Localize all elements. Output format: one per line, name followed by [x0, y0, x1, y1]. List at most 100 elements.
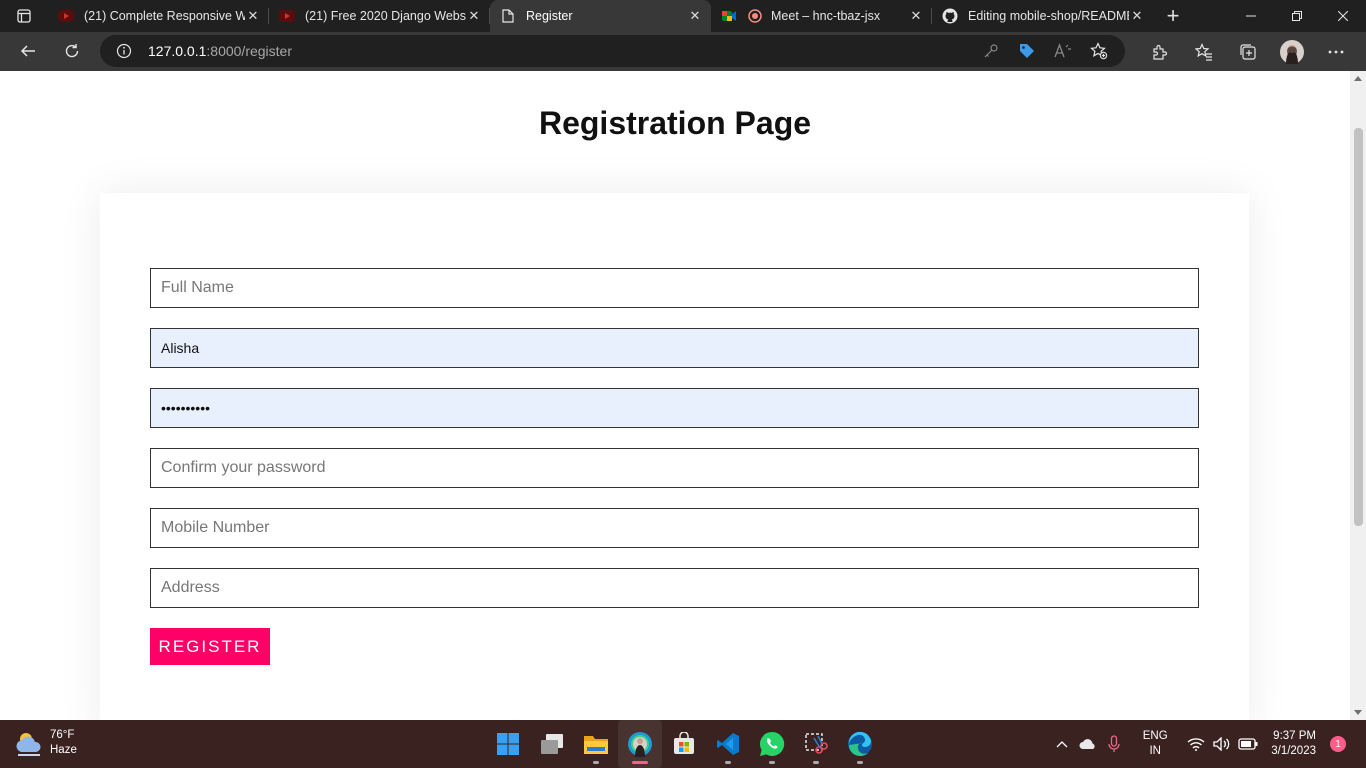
key-icon[interactable] [973, 43, 1009, 59]
clock-date: 3/1/2023 [1271, 745, 1316, 757]
restore-icon [1292, 11, 1302, 21]
confirm-password-input[interactable] [150, 448, 1199, 488]
close-window-button[interactable] [1320, 0, 1366, 32]
battery-icon[interactable] [1235, 738, 1261, 750]
url-path: :8000/register [206, 43, 292, 59]
file-explorer-icon [584, 736, 608, 754]
new-tab-button[interactable]: + [1153, 0, 1193, 32]
meet-icon [721, 8, 737, 24]
show-hidden-icons-button[interactable] [1049, 740, 1075, 748]
onedrive-icon[interactable] [1075, 738, 1101, 750]
mobile-number-input[interactable] [150, 508, 1199, 548]
read-aloud-icon[interactable] [1045, 43, 1081, 59]
close-tab-icon[interactable]: ✕ [687, 8, 703, 24]
site-info-icon[interactable] [100, 43, 148, 59]
wifi-icon[interactable] [1183, 737, 1209, 751]
refresh-button[interactable] [50, 35, 94, 67]
address-bar-actions [973, 35, 1117, 67]
tab-title: Meet – hnc-tbaz-jsx [771, 9, 881, 23]
page-title: Registration Page [538, 105, 812, 141]
collections-button[interactable] [1226, 32, 1270, 71]
minimize-button[interactable] [1228, 0, 1274, 32]
minimize-icon [1246, 15, 1256, 17]
snipping-tool-button[interactable] [794, 720, 838, 768]
windows-start-icon [497, 733, 519, 755]
running-indicator [813, 761, 819, 764]
page-icon [500, 8, 516, 24]
system-tray: ENG IN 9:37 PM 3/1/2023 1 [1049, 720, 1366, 768]
tab-strip: (21) Complete Responsive Website ✕ (21) … [0, 0, 1366, 32]
window-controls [1228, 0, 1366, 32]
back-button[interactable] [6, 35, 50, 67]
tab-meet[interactable]: Meet – hnc-tbaz-jsx ✕ [711, 0, 932, 32]
weather-widget[interactable]: 76°F Haze [14, 728, 77, 758]
scroll-down-arrow-icon[interactable] [1354, 710, 1362, 715]
clock[interactable]: 9:37 PM 3/1/2023 [1271, 729, 1316, 759]
vscode-button[interactable] [706, 720, 750, 768]
close-tab-icon[interactable]: ✕ [908, 8, 924, 24]
microphone-icon[interactable] [1101, 735, 1127, 753]
full-name-input[interactable] [150, 268, 1199, 308]
windows-taskbar: 76°F Haze ENG IN 9:37 PM 3/1/2023 1 [0, 720, 1366, 768]
running-indicator [857, 761, 863, 764]
taskbar-apps [486, 720, 882, 768]
tab-youtube-2[interactable]: (21) Free 2020 Django Website ✕ [269, 0, 490, 32]
restore-button[interactable] [1274, 0, 1320, 32]
volume-icon[interactable] [1209, 737, 1235, 751]
add-favorite-icon[interactable] [1081, 42, 1117, 60]
shopping-tag-icon[interactable] [1009, 42, 1045, 60]
running-indicator [593, 761, 599, 764]
close-tab-icon[interactable]: ✕ [1129, 8, 1145, 24]
profile-button[interactable] [1270, 32, 1314, 71]
active-indicator [632, 761, 648, 764]
tab-actions-icon [17, 9, 31, 23]
refresh-icon [65, 44, 79, 58]
username-input[interactable] [150, 328, 1199, 368]
whatsapp-icon [759, 731, 785, 756]
back-arrow-icon [20, 45, 35, 57]
extensions-button[interactable] [1138, 32, 1182, 71]
running-indicator [769, 761, 775, 764]
browser-toolbar: 127.0.0.1:8000/register [0, 32, 1366, 71]
url-text[interactable]: 127.0.0.1:8000/register [148, 43, 292, 59]
snipping-tool-icon [805, 733, 828, 754]
clock-time: 9:37 PM [1273, 730, 1316, 742]
whatsapp-button[interactable] [750, 720, 794, 768]
favorites-button[interactable] [1182, 32, 1226, 71]
task-view-button[interactable] [530, 720, 574, 768]
language-code: ENG [1142, 730, 1168, 742]
weather-condition: Haze [50, 744, 77, 756]
vertical-scrollbar[interactable] [1350, 71, 1366, 720]
close-tab-icon[interactable]: ✕ [466, 8, 482, 24]
avatar [1280, 39, 1304, 64]
register-button[interactable]: REGISTER [150, 628, 270, 665]
microsoft-store-button[interactable] [662, 720, 706, 768]
browser-tools [1138, 32, 1358, 71]
weather-haze-icon [16, 733, 41, 756]
edge-profile-button[interactable] [618, 720, 662, 768]
tab-youtube-1[interactable]: (21) Complete Responsive Website ✕ [48, 0, 269, 32]
password-input[interactable] [150, 388, 1199, 428]
tab-title: (21) Complete Responsive Website [84, 9, 245, 23]
tab-actions-button[interactable] [0, 0, 48, 32]
start-button[interactable] [486, 720, 530, 768]
address-input[interactable] [150, 568, 1199, 608]
tab-title: (21) Free 2020 Django Website [305, 9, 466, 23]
input-language-indicator[interactable]: ENG IN [1133, 729, 1177, 759]
tab-title: Register [526, 9, 573, 23]
scroll-up-arrow-icon[interactable] [1354, 76, 1362, 81]
weather-temperature: 76°F [50, 729, 75, 741]
youtube-icon [279, 8, 295, 24]
notification-badge[interactable]: 1 [1330, 736, 1346, 752]
edge-profile-icon [628, 732, 652, 757]
address-bar[interactable]: 127.0.0.1:8000/register [100, 35, 1125, 67]
close-tab-icon[interactable]: ✕ [245, 8, 261, 24]
language-region: IN [1149, 745, 1161, 757]
settings-more-button[interactable] [1314, 32, 1358, 71]
tab-register[interactable]: Register ✕ [490, 0, 711, 32]
file-explorer-button[interactable] [574, 720, 618, 768]
tab-github[interactable]: Editing mobile-shop/README.md ✕ [932, 0, 1153, 32]
edge-button[interactable] [838, 720, 882, 768]
close-icon [1338, 11, 1348, 21]
scrollbar-thumb[interactable] [1354, 128, 1363, 526]
